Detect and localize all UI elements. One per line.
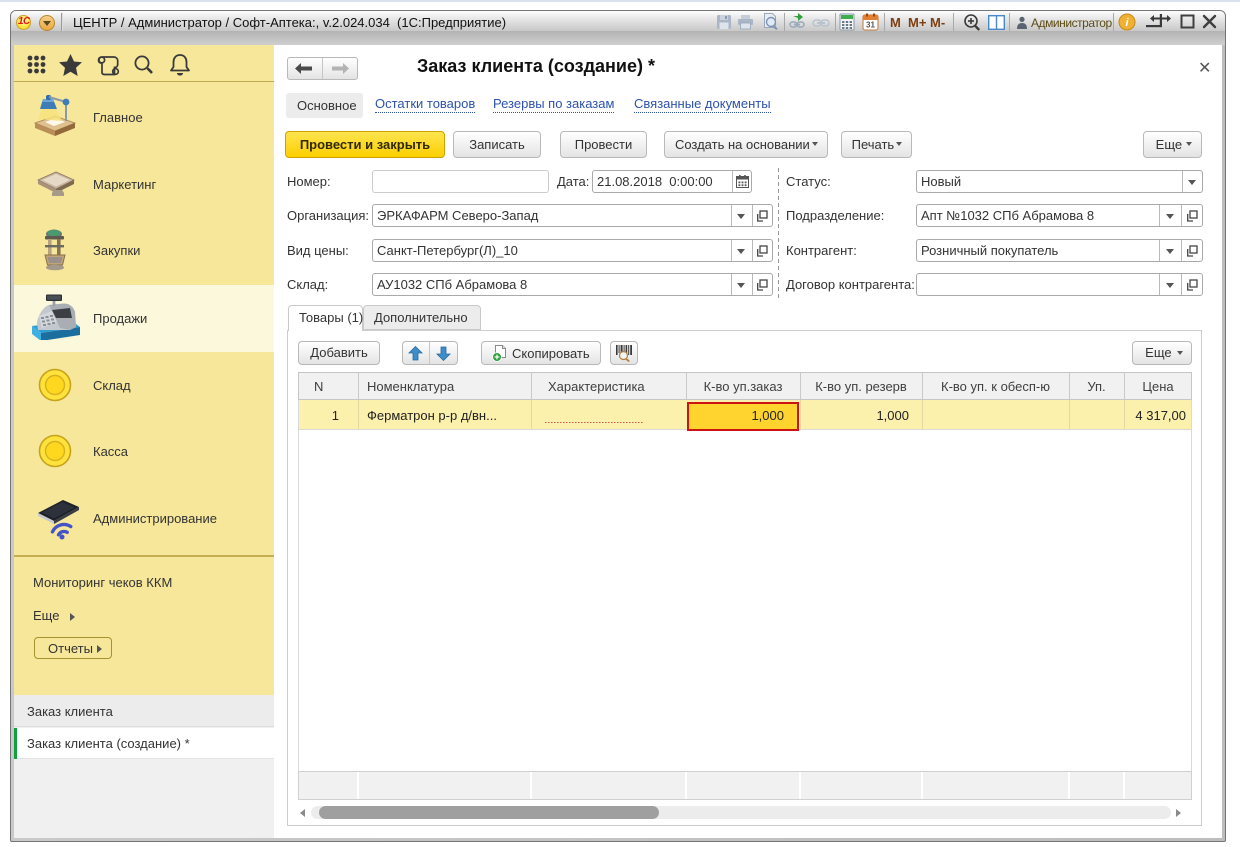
svg-text:31: 31 — [866, 21, 875, 30]
